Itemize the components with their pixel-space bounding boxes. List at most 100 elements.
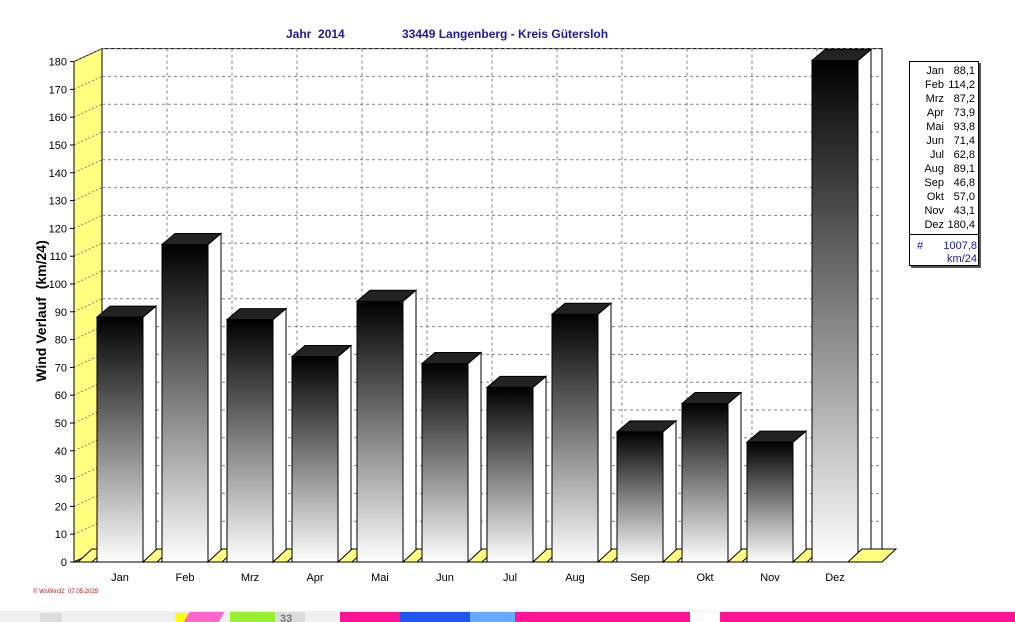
bar-front [746,441,794,563]
bar-side [857,48,872,564]
legend-month: Mrz [925,93,944,105]
bar-front [421,363,469,563]
y-tick-label: 60 [55,390,67,402]
footer-credit: © WsWin32 07.05.2025 [33,589,99,595]
y-tick-label: 0 [61,557,67,569]
legend-month: Okt [926,191,944,203]
bar-front [161,244,209,563]
x-tick-label: Okt [696,572,713,584]
legend-value: 57,0 [953,191,975,203]
y-tick-label: 180 [49,57,67,69]
y-tick-label: 140 [49,168,67,180]
bar-front [291,356,339,563]
bar-side [142,305,157,564]
bar-side [207,232,222,564]
bar-front [226,319,274,563]
legend-total-unit: km/24 [947,253,977,265]
y-tick-label: 170 [49,84,67,96]
y-tick-label: 20 [55,501,67,513]
legend-month: Mai [926,121,944,133]
y-tick-label: 10 [55,529,67,541]
bar-side [597,302,612,564]
legend-month: Jan [926,65,944,77]
bar-side [467,351,482,564]
y-tick-label: 120 [49,223,67,235]
legend-month: Feb [925,79,944,91]
legend-row: Dez 180,4 [910,219,976,233]
legend-value: 88,1 [953,65,975,77]
legend-month: Apr [926,107,944,119]
y-tick-label: 110 [49,251,67,263]
x-tick-label: Jan [111,572,129,584]
bar-front [616,431,664,563]
legend-value: 93,8 [953,121,975,133]
bar-front [811,59,859,563]
chart: 0 10 20 30 40 50 60 70 80 90 100 110 120 130 140 150 160… [49,47,898,584]
x-tick-label: Aug [565,572,585,584]
legend-row: Sep 46,8 [910,177,976,191]
legend-row: Jul 62,8 [910,149,976,163]
x-tick-label: Dez [825,572,845,584]
bar-side [532,375,547,564]
bar-front [551,313,599,563]
legend-row: Jun 71,4 [910,135,976,149]
bar-side [727,391,742,564]
legend-value: 73,9 [953,107,975,119]
bar-side [662,419,677,564]
y-tick-label: 80 [55,335,67,347]
x-tick-label: Mai [371,572,389,584]
taskbar-strip: 33 [0,611,1015,622]
legend-total-symbol: # [917,240,924,252]
y-axis: 0 10 20 30 40 50 60 70 80 90 100 110 120 130 140 150 160… [49,57,75,569]
y-tick-label: 30 [55,474,67,486]
x-tick-label: Jun [436,572,454,584]
x-tick-label: Mrz [241,572,259,584]
legend-month: Sep [924,177,944,189]
x-tick-label: Feb [176,572,195,584]
legend-value: 62,8 [953,149,975,161]
legend-row: Jan 88,1 [910,65,976,79]
legend-value: 180,4 [947,219,975,231]
bar-side [792,430,807,564]
legend-row: Feb 114,2 [910,79,976,93]
legend-total-value: 1007,8 [943,240,977,252]
legend-month: Jul [929,149,944,161]
legend-row: Mrz 87,2 [910,93,976,107]
legend-row: Apr 73,9 [910,107,976,121]
y-tick-label: 130 [49,196,67,208]
legend-month: Jun [926,135,944,147]
legend-month: Dez [924,219,944,231]
taskbar-partial-text: 33 [280,613,292,622]
x-tick-label: Sep [630,572,650,584]
chart-station-title: 33449 Langenberg - Kreis Gütersloh [402,27,609,41]
legend-row: Aug 89,1 [910,163,976,177]
y-tick-label: 40 [55,446,67,458]
bar-side [402,289,417,564]
legend-month: Aug [924,163,944,175]
legend-value: 114,2 [948,79,975,91]
legend-row: Nov 43,1 [910,205,976,219]
legend-value: 87,2 [953,93,975,105]
x-tick-label: Nov [760,572,780,584]
legend-box: Jan 88,1 Feb 114,2 Mrz 87,2 Apr 73,9 Mai 93,8 Jun 7… [909,61,979,266]
y-tick-label: 150 [49,140,67,152]
y-tick-label: 160 [49,112,67,124]
bar-front [356,300,404,563]
legend-row: Mai 93,8 [910,121,976,135]
y-tick-label: 100 [49,279,67,291]
bar-front [96,316,144,563]
bar-side [337,344,352,564]
bar-front [681,403,729,563]
y-tick-label: 90 [55,307,67,319]
chart-year-title: Jahr 2014 [286,27,345,41]
legend-row: Okt 57,0 [910,191,976,205]
legend-value: 71,4 [953,135,975,147]
bar-front [486,386,534,563]
legend-value: 43,1 [953,205,975,217]
legend-month: Nov [924,205,944,217]
bar-side [272,307,287,564]
legend-value: 46,8 [953,177,975,189]
y-axis-label: Wind Verlauf (km/24) [33,240,49,382]
x-axis: Jan Feb Mrz Apr Mai Jun Jul Aug Sep Okt Nov Dez [74,561,854,584]
legend-divider [910,234,978,235]
